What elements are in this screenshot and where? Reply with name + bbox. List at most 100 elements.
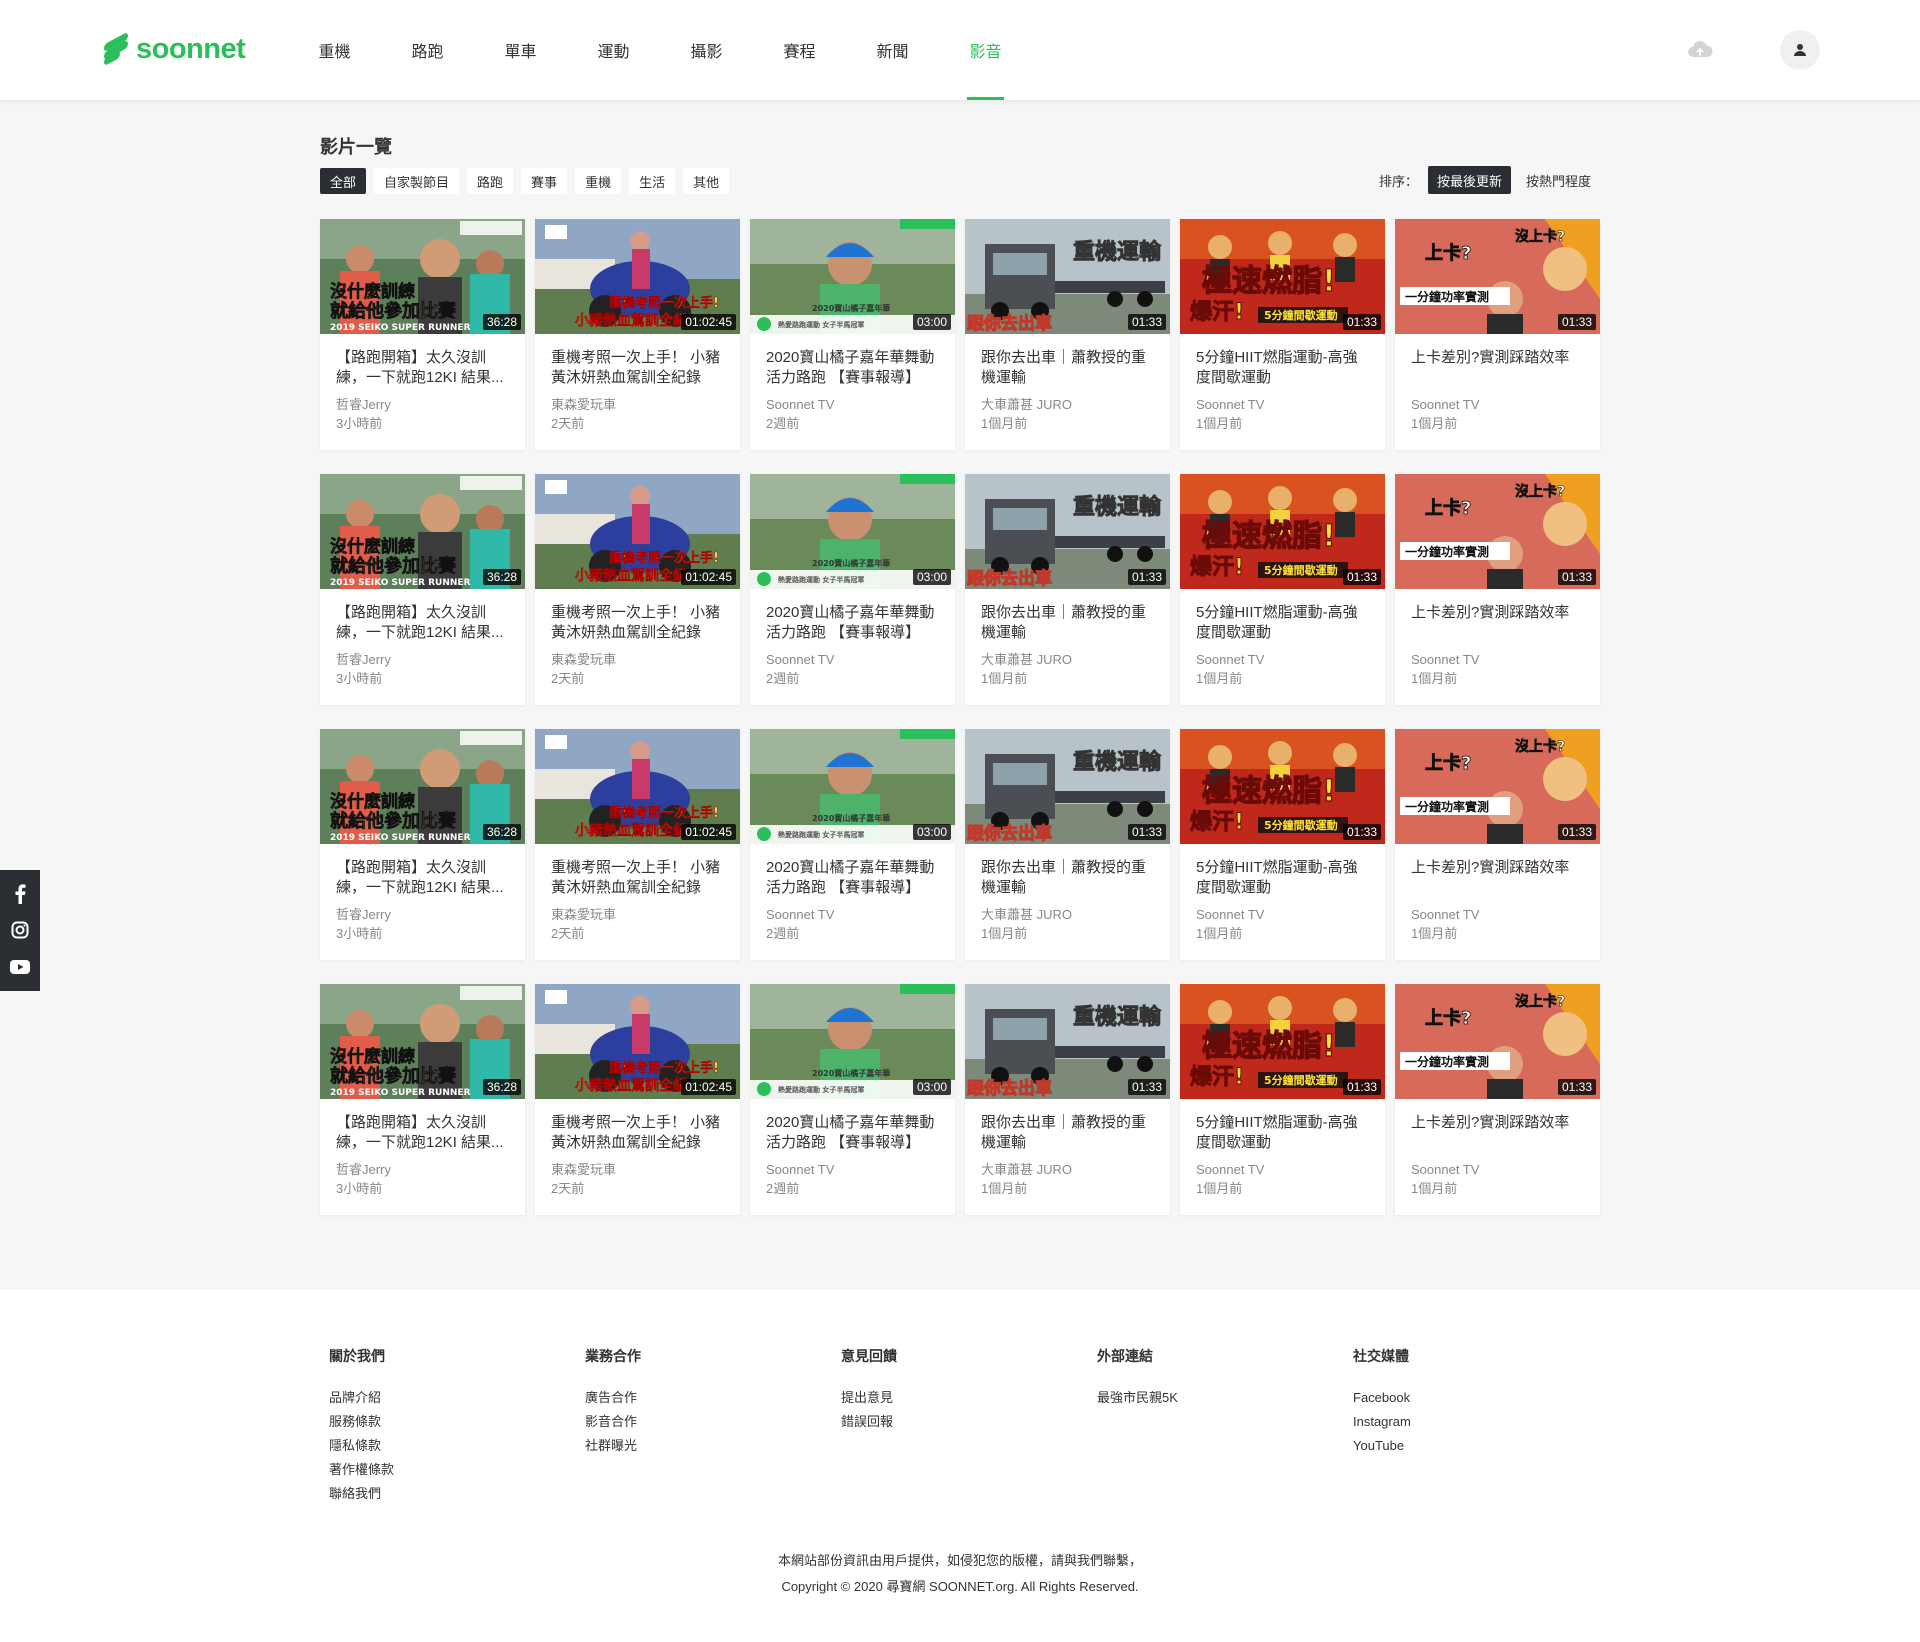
video-title[interactable]: 2020寶山橘子嘉年華舞動活力路跑 【賽事報導】 — [766, 1113, 939, 1153]
video-title[interactable]: 5分鐘HIIT燃脂運動-高強度間歇運動 — [1196, 603, 1369, 643]
video-card[interactable]: 2020寶山橘子嘉年華 熱愛路跑運動 女子半馬冠軍 03:00 2020寶山橘子… — [750, 474, 955, 705]
nav-item-news[interactable]: 新聞 — [846, 0, 939, 100]
video-thumbnail[interactable]: 重機運輸 跟你去出車 01:33 — [965, 984, 1170, 1099]
video-thumbnail[interactable]: 沒上卡? 上卡? 一分鐘功率實測 01:33 — [1395, 729, 1600, 844]
video-card[interactable]: 重機考照一次上手! 小豬熱血駕訓全紀 01:02:45 重機考照一次上手！ 小豬… — [535, 729, 740, 960]
video-thumbnail[interactable]: 沒什麼訓練 就給他參加比賽 2019 SEIKO SUPER RUNNER 36… — [320, 219, 525, 334]
footer-link[interactable]: 品牌介紹 — [329, 1386, 585, 1410]
video-title[interactable]: 【路跑開箱】太久沒訓練，一下就跑12KI 結果... — [336, 603, 509, 643]
video-card[interactable]: 沒上卡? 上卡? 一分鐘功率實測 01:33 上卡差別?實測踩踏效率 Soonn… — [1395, 984, 1600, 1215]
footer-link[interactable]: 錯誤回報 — [841, 1410, 1097, 1434]
video-title[interactable]: 5分鐘HIIT燃脂運動-高強度間歇運動 — [1196, 348, 1369, 388]
footer-link[interactable]: 服務條款 — [329, 1410, 585, 1434]
video-thumbnail[interactable]: 極速燃脂! 爆汗! 5分鐘間歇運動 01:33 — [1180, 474, 1385, 589]
video-thumbnail[interactable]: 2020寶山橘子嘉年華 熱愛路跑運動 女子半馬冠軍 03:00 — [750, 219, 955, 334]
nav-item-sports[interactable]: 運動 — [567, 0, 660, 100]
video-card[interactable]: 沒什麼訓練 就給他參加比賽 2019 SEIKO SUPER RUNNER 36… — [320, 729, 525, 960]
footer-link[interactable]: 提出意見 — [841, 1386, 1097, 1410]
filter-tab[interactable]: 生活 — [629, 168, 676, 194]
footer-link[interactable]: 著作權條款 — [329, 1458, 585, 1482]
video-title[interactable]: 跟你去出車｜蕭教授的重機運輸 — [981, 1113, 1154, 1153]
video-thumbnail[interactable]: 沒上卡? 上卡? 一分鐘功率實測 01:33 — [1395, 474, 1600, 589]
video-title[interactable]: 2020寶山橘子嘉年華舞動活力路跑 【賽事報導】 — [766, 603, 939, 643]
footer-link[interactable]: 聯絡我們 — [329, 1482, 585, 1506]
video-thumbnail[interactable]: 重機考照一次上手! 小豬熱血駕訓全紀 01:02:45 — [535, 219, 740, 334]
nav-item-cycling[interactable]: 單車 — [474, 0, 567, 100]
video-title[interactable]: 跟你去出車｜蕭教授的重機運輸 — [981, 603, 1154, 643]
video-card[interactable]: 極速燃脂! 爆汗! 5分鐘間歇運動 01:33 5分鐘HIIT燃脂運動-高強度間… — [1180, 474, 1385, 705]
footer-link[interactable]: Instagram — [1353, 1410, 1609, 1434]
video-title[interactable]: 重機考照一次上手！ 小豬黃沐妍熱血駕訓全紀錄 — [551, 603, 724, 643]
video-thumbnail[interactable]: 極速燃脂! 爆汗! 5分鐘間歇運動 01:33 — [1180, 729, 1385, 844]
video-card[interactable]: 重機運輸 跟你去出車 01:33 跟你去出車｜蕭教授的重機運輸 大車蕭甚 JUR… — [965, 984, 1170, 1215]
video-card[interactable]: 重機運輸 跟你去出車 01:33 跟你去出車｜蕭教授的重機運輸 大車蕭甚 JUR… — [965, 729, 1170, 960]
video-card[interactable]: 重機考照一次上手! 小豬熱血駕訓全紀 01:02:45 重機考照一次上手！ 小豬… — [535, 984, 740, 1215]
footer-link[interactable]: 最強市民親5K — [1097, 1386, 1353, 1410]
sort-popular-button[interactable]: 按熱門程度 — [1517, 166, 1600, 194]
video-card[interactable]: 極速燃脂! 爆汗! 5分鐘間歇運動 01:33 5分鐘HIIT燃脂運動-高強度間… — [1180, 984, 1385, 1215]
filter-tab[interactable]: 重機 — [575, 168, 622, 194]
video-card[interactable]: 極速燃脂! 爆汗! 5分鐘間歇運動 01:33 5分鐘HIIT燃脂運動-高強度間… — [1180, 219, 1385, 450]
video-card[interactable]: 沒什麼訓練 就給他參加比賽 2019 SEIKO SUPER RUNNER 36… — [320, 984, 525, 1215]
video-title[interactable]: 5分鐘HIIT燃脂運動-高強度間歇運動 — [1196, 858, 1369, 898]
nav-item-heavy-bike[interactable]: 重機 — [288, 0, 381, 100]
footer-link[interactable]: Facebook — [1353, 1386, 1609, 1410]
nav-item-running[interactable]: 路跑 — [381, 0, 474, 100]
filter-tab[interactable]: 其他 — [683, 168, 730, 194]
video-card[interactable]: 重機運輸 跟你去出車 01:33 跟你去出車｜蕭教授的重機運輸 大車蕭甚 JUR… — [965, 474, 1170, 705]
video-title[interactable]: 上卡差別?實測踩踏效率 — [1411, 858, 1584, 898]
video-thumbnail[interactable]: 重機運輸 跟你去出車 01:33 — [965, 474, 1170, 589]
footer-link[interactable]: 隱私條款 — [329, 1434, 585, 1458]
video-card[interactable]: 2020寶山橘子嘉年華 熱愛路跑運動 女子半馬冠軍 03:00 2020寶山橘子… — [750, 729, 955, 960]
filter-tab[interactable]: 路跑 — [467, 168, 514, 194]
video-title[interactable]: 上卡差別?實測踩踏效率 — [1411, 603, 1584, 643]
video-thumbnail[interactable]: 2020寶山橘子嘉年華 熱愛路跑運動 女子半馬冠軍 03:00 — [750, 729, 955, 844]
video-title[interactable]: 重機考照一次上手！ 小豬黃沐妍熱血駕訓全紀錄 — [551, 858, 724, 898]
video-card[interactable]: 沒上卡? 上卡? 一分鐘功率實測 01:33 上卡差別?實測踩踏效率 Soonn… — [1395, 219, 1600, 450]
video-title[interactable]: 2020寶山橘子嘉年華舞動活力路跑 【賽事報導】 — [766, 858, 939, 898]
user-avatar[interactable] — [1780, 30, 1820, 70]
video-card[interactable]: 重機考照一次上手! 小豬熱血駕訓全紀 01:02:45 重機考照一次上手！ 小豬… — [535, 474, 740, 705]
video-thumbnail[interactable]: 重機運輸 跟你去出車 01:33 — [965, 729, 1170, 844]
sort-latest-button[interactable]: 按最後更新 — [1427, 166, 1511, 194]
footer-link[interactable]: YouTube — [1353, 1434, 1609, 1458]
video-thumbnail[interactable]: 沒什麼訓練 就給他參加比賽 2019 SEIKO SUPER RUNNER 36… — [320, 474, 525, 589]
video-card[interactable]: 沒什麼訓練 就給他參加比賽 2019 SEIKO SUPER RUNNER 36… — [320, 219, 525, 450]
youtube-icon[interactable] — [9, 956, 31, 978]
nav-item-video[interactable]: 影音 — [939, 0, 1032, 100]
video-thumbnail[interactable]: 重機考照一次上手! 小豬熱血駕訓全紀 01:02:45 — [535, 474, 740, 589]
cloud-upload-icon[interactable] — [1686, 36, 1714, 64]
video-thumbnail[interactable]: 2020寶山橘子嘉年華 熱愛路跑運動 女子半馬冠軍 03:00 — [750, 474, 955, 589]
filter-tab[interactable]: 賽事 — [521, 168, 568, 194]
video-thumbnail[interactable]: 極速燃脂! 爆汗! 5分鐘間歇運動 01:33 — [1180, 219, 1385, 334]
nav-item-photography[interactable]: 攝影 — [660, 0, 753, 100]
instagram-icon[interactable] — [9, 919, 31, 941]
video-title[interactable]: 【路跑開箱】太久沒訓練，一下就跑12KI 結果... — [336, 348, 509, 388]
video-thumbnail[interactable]: 重機考照一次上手! 小豬熱血駕訓全紀 01:02:45 — [535, 984, 740, 1099]
video-title[interactable]: 跟你去出車｜蕭教授的重機運輸 — [981, 348, 1154, 388]
footer-link[interactable]: 廣告合作 — [585, 1386, 841, 1410]
video-title[interactable]: 上卡差別?實測踩踏效率 — [1411, 1113, 1584, 1153]
video-thumbnail[interactable]: 極速燃脂! 爆汗! 5分鐘間歇運動 01:33 — [1180, 984, 1385, 1099]
video-card[interactable]: 沒什麼訓練 就給他參加比賽 2019 SEIKO SUPER RUNNER 36… — [320, 474, 525, 705]
brand-logo[interactable]: soonnet — [104, 31, 246, 67]
video-title[interactable]: 【路跑開箱】太久沒訓練，一下就跑12KI 結果... — [336, 858, 509, 898]
video-thumbnail[interactable]: 沒什麼訓練 就給他參加比賽 2019 SEIKO SUPER RUNNER 36… — [320, 729, 525, 844]
filter-tab[interactable]: 自家製節目 — [374, 168, 460, 194]
video-title[interactable]: 重機考照一次上手！ 小豬黃沐妍熱血駕訓全紀錄 — [551, 348, 724, 388]
footer-link[interactable]: 社群曝光 — [585, 1434, 841, 1458]
video-card[interactable]: 沒上卡? 上卡? 一分鐘功率實測 01:33 上卡差別?實測踩踏效率 Soonn… — [1395, 729, 1600, 960]
video-card[interactable]: 2020寶山橘子嘉年華 熱愛路跑運動 女子半馬冠軍 03:00 2020寶山橘子… — [750, 984, 955, 1215]
video-card[interactable]: 沒上卡? 上卡? 一分鐘功率實測 01:33 上卡差別?實測踩踏效率 Soonn… — [1395, 474, 1600, 705]
video-thumbnail[interactable]: 2020寶山橘子嘉年華 熱愛路跑運動 女子半馬冠軍 03:00 — [750, 984, 955, 1099]
video-title[interactable]: 跟你去出車｜蕭教授的重機運輸 — [981, 858, 1154, 898]
video-title[interactable]: 重機考照一次上手！ 小豬黃沐妍熱血駕訓全紀錄 — [551, 1113, 724, 1153]
video-title[interactable]: 2020寶山橘子嘉年華舞動活力路跑 【賽事報導】 — [766, 348, 939, 388]
video-card[interactable]: 極速燃脂! 爆汗! 5分鐘間歇運動 01:33 5分鐘HIIT燃脂運動-高強度間… — [1180, 729, 1385, 960]
video-title[interactable]: 5分鐘HIIT燃脂運動-高強度間歇運動 — [1196, 1113, 1369, 1153]
video-thumbnail[interactable]: 沒什麼訓練 就給他參加比賽 2019 SEIKO SUPER RUNNER 36… — [320, 984, 525, 1099]
video-card[interactable]: 重機考照一次上手! 小豬熱血駕訓全紀 01:02:45 重機考照一次上手！ 小豬… — [535, 219, 740, 450]
video-thumbnail[interactable]: 沒上卡? 上卡? 一分鐘功率實測 01:33 — [1395, 984, 1600, 1099]
video-title[interactable]: 上卡差別?實測踩踏效率 — [1411, 348, 1584, 388]
video-card[interactable]: 2020寶山橘子嘉年華 熱愛路跑運動 女子半馬冠軍 03:00 2020寶山橘子… — [750, 219, 955, 450]
